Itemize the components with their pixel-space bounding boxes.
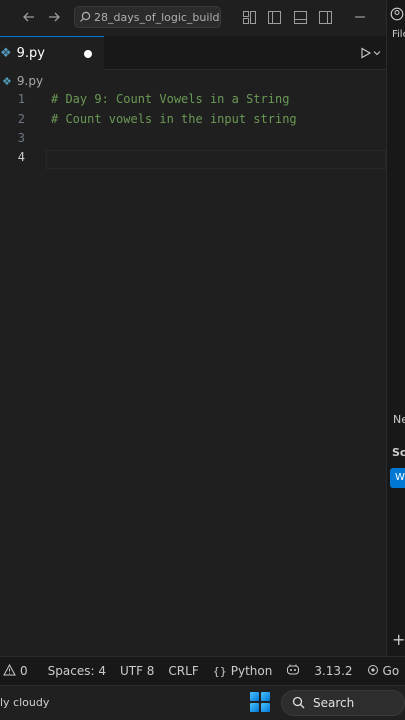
code-editor[interactable]: 1 # Day 9: Count Vowels in a String 2 # … xyxy=(0,92,386,656)
search-icon xyxy=(292,694,305,713)
eol-label: CRLF xyxy=(168,664,199,678)
problems-status[interactable]: 0 xyxy=(3,663,28,679)
toggle-secondary-sidebar-icon[interactable] xyxy=(315,7,335,27)
copilot-icon xyxy=(286,663,300,679)
toggle-primary-sidebar-icon[interactable] xyxy=(264,7,284,27)
command-center-search[interactable]: 28_days_of_logic_buildin xyxy=(74,6,221,28)
language-mode-status[interactable]: {} Python xyxy=(213,664,273,678)
back-arrow-icon[interactable] xyxy=(19,7,39,27)
title-bar: 28_days_of_logic_buildin xyxy=(0,0,386,36)
code-text[interactable]: # Day 9: Count Vowels in a String xyxy=(51,92,289,106)
secondary-side-bar: File Ne Sc W + Re xyxy=(386,0,405,685)
customize-layout-icon[interactable] xyxy=(239,7,259,27)
account-icon[interactable] xyxy=(390,6,404,25)
line-number: 1 xyxy=(17,92,25,106)
windows-start-icon[interactable] xyxy=(250,692,270,712)
taskbar-search[interactable]: Search xyxy=(281,690,405,716)
encoding-label: UTF 8 xyxy=(119,664,155,678)
braces-icon: {} xyxy=(212,664,227,678)
line-number: 4 xyxy=(17,150,25,164)
python-interpreter-status[interactable]: 3.13.2 xyxy=(314,664,352,678)
code-line[interactable]: 1 # Day 9: Count Vowels in a String xyxy=(0,92,386,111)
go-live-status[interactable]: Go xyxy=(367,664,400,679)
warning-icon xyxy=(3,663,16,679)
weather-widget[interactable]: ly cloudy xyxy=(0,696,49,709)
language-label: Python xyxy=(230,664,273,678)
python-file-icon: ❖ xyxy=(0,46,12,61)
command-center-text: 28_days_of_logic_buildin xyxy=(94,10,221,24)
tab-bar: ❖ 9.py xyxy=(0,36,386,70)
panel-text-ne: Ne xyxy=(393,413,405,426)
panel-action-button[interactable]: W xyxy=(390,468,405,488)
breadcrumb-filename[interactable]: 9.py xyxy=(17,74,43,88)
search-icon xyxy=(79,8,91,27)
code-line[interactable]: 3 xyxy=(0,131,386,150)
line-number: 3 xyxy=(17,131,25,145)
minimize-icon[interactable] xyxy=(350,7,370,27)
python-file-icon: ❖ xyxy=(2,74,12,88)
tab-label: 9.py xyxy=(16,46,46,61)
taskbar-search-label: Search xyxy=(313,696,355,710)
windows-taskbar: ly cloudy Search xyxy=(0,685,405,720)
indentation-label: Spaces: 4 xyxy=(47,664,106,678)
broadcast-icon xyxy=(367,664,379,679)
file-menu[interactable]: File xyxy=(392,29,405,40)
run-dropdown-chevron-icon[interactable] xyxy=(372,43,382,63)
add-icon[interactable]: + xyxy=(392,630,405,649)
unsaved-dot-icon[interactable] xyxy=(84,50,92,58)
code-text[interactable]: # Count vowels in the input string xyxy=(51,112,297,126)
copilot-status[interactable] xyxy=(286,663,300,679)
breadcrumb: ❖ 9.py xyxy=(0,70,386,92)
forward-arrow-icon[interactable] xyxy=(44,7,64,27)
go-live-label: Go xyxy=(382,664,400,678)
problems-count: 0 xyxy=(20,664,28,678)
line-number: 2 xyxy=(17,112,25,126)
panel-section-sc: Sc xyxy=(392,446,405,459)
toggle-panel-icon[interactable] xyxy=(290,7,310,27)
status-bar: 0 Spaces: 4 UTF 8 CRLF {} Python 3.13.2 … xyxy=(0,656,405,685)
indentation-status[interactable]: Spaces: 4 xyxy=(48,664,106,678)
python-version-label: 3.13.2 xyxy=(314,664,353,678)
tab-9-py[interactable]: ❖ 9.py xyxy=(0,36,104,70)
code-line[interactable]: 2 # Count vowels in the input string xyxy=(0,112,386,131)
encoding-status[interactable]: UTF 8 xyxy=(120,664,154,678)
eol-status[interactable]: CRLF xyxy=(168,664,198,678)
code-line[interactable]: 4 xyxy=(0,150,386,169)
panel-action-label: W xyxy=(395,472,405,483)
